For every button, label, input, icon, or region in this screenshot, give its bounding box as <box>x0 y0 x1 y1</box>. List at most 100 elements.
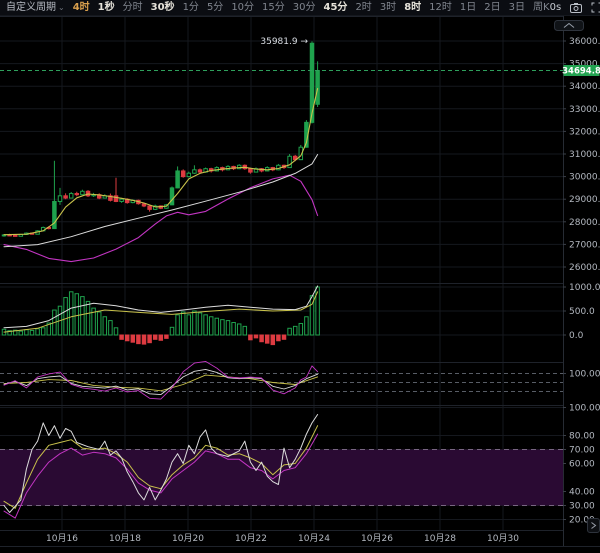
candle-body <box>310 43 314 122</box>
candle-body <box>81 191 85 194</box>
volume-bar <box>293 326 297 335</box>
volume-bar <box>165 335 169 338</box>
fullscreen-icon[interactable] <box>591 2 600 13</box>
candle-countdown: 0s <box>550 2 562 13</box>
candle-body <box>148 206 152 209</box>
cci-yellow <box>4 375 318 391</box>
volume-bar <box>226 321 230 335</box>
period-list: 自定义周期⌄ 4时 1秒分时 30秒 1分 5分 10分 15分 30分 45分 2时 3时 8时 12时… <box>0 0 550 16</box>
volume-bar <box>176 315 180 335</box>
volume-bar <box>41 328 45 335</box>
camera-icon[interactable] <box>570 3 582 13</box>
volume-bar <box>237 324 241 335</box>
expand-button-bg <box>588 519 600 533</box>
candle-body <box>75 194 79 195</box>
axis-label: 60.00 <box>569 460 595 470</box>
volume-bar <box>288 328 292 335</box>
axis-label: 31000.0 <box>569 150 600 160</box>
candle-body <box>13 235 17 236</box>
period-8时[interactable]: 8时 <box>404 0 421 16</box>
candle-body <box>142 204 146 206</box>
period-5分[interactable]: 5分 <box>207 0 223 16</box>
volume-bar <box>109 321 113 335</box>
period-4时[interactable]: 4时 <box>73 0 90 16</box>
candle-body <box>176 171 180 188</box>
volume-bar <box>204 315 208 335</box>
period-15分[interactable]: 15分 <box>262 0 285 16</box>
period-1秒[interactable]: 1秒 <box>98 0 115 16</box>
period-3时[interactable]: 3时 <box>380 0 396 16</box>
price-axis: 36000.035000.034000.033000.032000.031000… <box>562 16 600 546</box>
volume-bar <box>69 292 73 335</box>
collapse-button-bg <box>555 21 584 31</box>
volume-bar <box>142 335 146 344</box>
volume-bar <box>30 330 34 335</box>
volume-bar <box>187 315 191 335</box>
date-label: 10月22 <box>235 533 267 544</box>
period-分时[interactable]: 分时 <box>123 0 143 16</box>
expand-right-button[interactable] <box>588 519 600 533</box>
axis-label: 28000.0 <box>569 218 600 228</box>
period-1分[interactable]: 1分 <box>183 0 199 16</box>
period-3日[interactable]: 3日 <box>509 0 525 16</box>
kdj-band <box>0 450 563 506</box>
volume-bar <box>131 335 135 342</box>
volume-bar <box>221 320 225 335</box>
axis-label: 30.00 <box>569 502 595 512</box>
axis-label: 40.00 <box>569 488 595 498</box>
volume-bar <box>305 317 309 335</box>
volume-ma-white-line <box>4 286 318 328</box>
cci-yellow-line <box>4 375 318 391</box>
period-12时[interactable]: 12时 <box>429 0 452 16</box>
candle-body <box>120 199 124 201</box>
candle-body <box>181 171 185 177</box>
volume-bar <box>75 294 79 335</box>
volume-bar <box>249 335 253 340</box>
axis-label: 29000.0 <box>569 195 600 205</box>
period-2时[interactable]: 2时 <box>355 0 371 16</box>
price-ma-magenta <box>4 175 318 261</box>
volume-bar <box>243 326 247 335</box>
period-45分[interactable]: 45分 <box>324 0 348 16</box>
date-label: 10月30 <box>487 533 519 544</box>
volume-bar <box>271 335 275 345</box>
volume-bar <box>36 329 40 335</box>
axis-label: 70.00 <box>569 446 595 456</box>
trading-chart-app: 自定义周期⌄ 4时 1秒分时 30秒 1分 5分 10分 15分 30分 45分 2时 3时 8时 12时… <box>0 0 600 553</box>
period-周K[interactable]: 周K <box>533 0 550 16</box>
chart-svg[interactable]: 35981.9 → 36000.035000.034000.033000.0320… <box>0 0 600 553</box>
period-2日[interactable]: 2日 <box>484 0 500 16</box>
candle-body <box>69 194 73 199</box>
date-label: 10月24 <box>298 533 330 544</box>
volume-bar <box>114 328 118 335</box>
volume-bar <box>282 335 286 339</box>
volume-bar <box>299 323 303 335</box>
candle-body <box>249 169 253 172</box>
period-10分[interactable]: 10分 <box>231 0 254 16</box>
collapse-pane-button[interactable] <box>555 21 584 31</box>
period-30分[interactable]: 30分 <box>293 0 316 16</box>
volume-bar <box>254 335 258 338</box>
volume-bar <box>260 335 264 342</box>
period-toolbar: 自定义周期⌄ 4时 1秒分时 30秒 1分 5分 10分 15分 30分 45分 2时 3时 8时 12时… <box>0 0 600 16</box>
period-30秒[interactable]: 30秒 <box>151 0 175 16</box>
volume-bar <box>103 317 107 335</box>
high-price-label: 35981.9 → <box>260 37 308 47</box>
volume-bar <box>277 335 281 341</box>
candle-body <box>316 70 320 104</box>
axis-label: 100.00 <box>569 404 600 414</box>
volume-bar <box>193 311 197 335</box>
volume-bar <box>181 312 185 335</box>
volume-bar <box>137 335 141 344</box>
volume-bar <box>215 318 219 335</box>
volume-bar <box>232 323 236 335</box>
volume-bar <box>86 301 90 335</box>
date-label: 10月28 <box>424 533 456 544</box>
period-自定义周期[interactable]: 自定义周期⌄ <box>6 0 65 16</box>
period-1日[interactable]: 1日 <box>460 0 476 16</box>
date-label: 10月26 <box>361 533 393 544</box>
cci-magenta-line <box>4 361 318 399</box>
axis-label: 34000.0 <box>569 82 600 92</box>
volume-bar <box>19 331 23 335</box>
axis-label: 27000.0 <box>569 240 600 250</box>
